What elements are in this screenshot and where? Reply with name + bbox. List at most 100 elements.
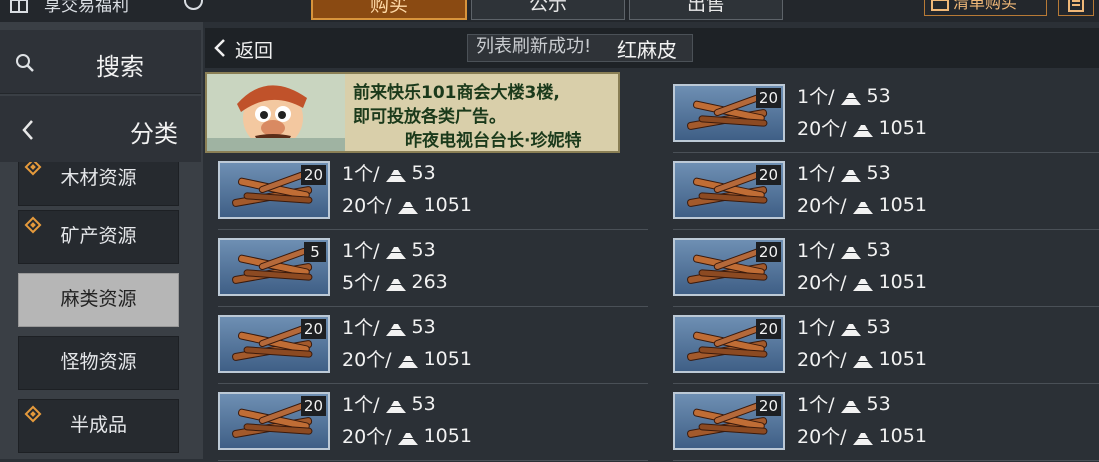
listing-item[interactable]: 20 1个/53 20个/1051 [218,390,658,462]
category-hemp[interactable]: 麻类资源 [18,273,179,327]
total-price: 1051 [423,424,472,447]
unit-price-line: 1个/53 [342,390,436,417]
item-thumbnail[interactable]: 5 [218,238,330,296]
total-label: 20个/ [797,195,847,217]
document-icon [1068,0,1084,12]
listing-item[interactable]: 20 1个/53 20个/1051 [673,390,1099,462]
back-button[interactable]: 返回 [209,32,289,62]
total-price-line: 5个/263 [342,268,448,295]
item-thumbnail[interactable]: 20 [673,84,785,142]
unit-price: 53 [411,392,436,415]
search-icon [16,54,34,72]
item-thumbnail[interactable]: 20 [673,161,785,219]
sidebar: 木材资源 矿产资源 麻类资源 怪物资源 半成品 搜索 分类 [0,22,203,459]
item-thumbnail[interactable]: 20 [673,315,785,373]
unit-label: 1个/ [797,240,835,262]
item-thumbnail[interactable]: 20 [218,315,330,373]
total-price-line: 20个/1051 [797,422,927,449]
total-price-line: 20个/1051 [797,114,927,141]
unit-price: 53 [411,315,436,338]
listing-item[interactable]: 20 1个/53 20个/1051 [673,82,1099,154]
row-divider [673,460,1099,461]
total-label: 5个/ [342,272,380,294]
category-toggle-button[interactable]: 分类 [0,96,201,162]
total-price: 1051 [878,270,927,293]
quantity-badge: 20 [300,396,326,416]
listing-item[interactable]: 20 1个/53 20个/1051 [673,313,1099,385]
ad-signature: 昨夜电视台台长·珍妮特 [405,131,582,151]
search-button[interactable]: 搜索 [0,30,201,94]
gift-icon [10,0,28,13]
mascot-image [207,74,345,151]
total-label: 20个/ [342,349,392,371]
info-icon[interactable] [184,0,203,10]
listing-item[interactable]: 5 1个/53 5个/263 [218,236,658,308]
total-price: 1051 [878,424,927,447]
total-label: 20个/ [342,426,392,448]
currency-icon [840,397,862,413]
item-thumbnail[interactable]: 20 [673,392,785,450]
category-label: 分类 [130,120,178,148]
category-label: 麻类资源 [60,288,137,310]
list-purchase-label: 清单购买 [953,0,1018,12]
listing-item[interactable]: 20 1个/53 20个/1051 [218,159,658,231]
total-label: 20个/ [797,118,847,140]
diamond-marker-icon [24,216,42,234]
quantity-badge: 20 [300,165,326,185]
chevron-left-icon [22,120,33,140]
currency-icon [840,320,862,336]
unit-label: 1个/ [797,86,835,108]
currency-icon [840,89,862,105]
trade-benefit-title[interactable]: 享交易福利 [44,0,129,16]
record-button[interactable] [1058,0,1094,16]
unit-label: 1个/ [342,240,380,262]
total-price-line: 20个/1051 [797,345,927,372]
unit-price: 53 [866,238,891,261]
total-price: 1051 [878,116,927,139]
list-header: 返回 列表刷新成功! 红麻皮 [205,28,1099,68]
currency-icon [397,429,419,445]
category-label: 矿产资源 [60,225,137,247]
row-divider [673,383,1099,384]
unit-price-line: 1个/53 [797,159,891,186]
item-title: 红麻皮 [617,38,677,62]
item-thumbnail[interactable]: 20 [218,392,330,450]
listing-item[interactable]: 20 1个/53 20个/1051 [218,313,658,385]
list-purchase-button[interactable]: 清单购买 [924,0,1047,16]
tab-public[interactable]: 公示 [471,0,625,20]
unit-price-line: 1个/53 [342,313,436,340]
currency-icon [852,275,874,291]
total-price: 1051 [423,347,472,370]
category-label: 怪物资源 [60,351,137,373]
category-label: 木材资源 [60,167,137,189]
currency-icon [840,166,862,182]
category-mineral[interactable]: 矿产资源 [18,210,179,264]
row-divider [218,383,648,384]
listing-item[interactable]: 20 1个/53 20个/1051 [673,159,1099,231]
total-label: 20个/ [342,195,392,217]
listing-item[interactable]: 20 1个/53 20个/1051 [673,236,1099,308]
total-price-line: 20个/1051 [797,191,927,218]
currency-icon [852,429,874,445]
category-monster[interactable]: 怪物资源 [18,336,179,390]
item-thumbnail[interactable]: 20 [218,161,330,219]
currency-icon [852,121,874,137]
ad-text-line: 即可投放各类广告。 [353,107,506,127]
currency-icon [385,166,407,182]
unit-price-line: 1个/53 [797,236,891,263]
total-price-line: 20个/1051 [342,191,472,218]
unit-price: 53 [866,315,891,338]
item-thumbnail[interactable]: 20 [673,238,785,296]
unit-price: 53 [866,84,891,107]
category-semi-finished[interactable]: 半成品 [18,399,179,453]
tab-sell[interactable]: 出售 [629,0,783,20]
unit-label: 1个/ [342,163,380,185]
currency-icon [385,397,407,413]
quantity-badge: 20 [300,319,326,339]
row-divider [218,229,648,230]
tab-buy[interactable]: 购买 [311,0,467,20]
unit-price-line: 1个/53 [342,159,436,186]
ad-banner[interactable]: 前来快乐101商会大楼3楼, 即可投放各类广告。 昨夜电视台台长·珍妮特 [205,72,620,153]
quantity-badge: 5 [304,242,326,262]
unit-price: 53 [411,238,436,261]
